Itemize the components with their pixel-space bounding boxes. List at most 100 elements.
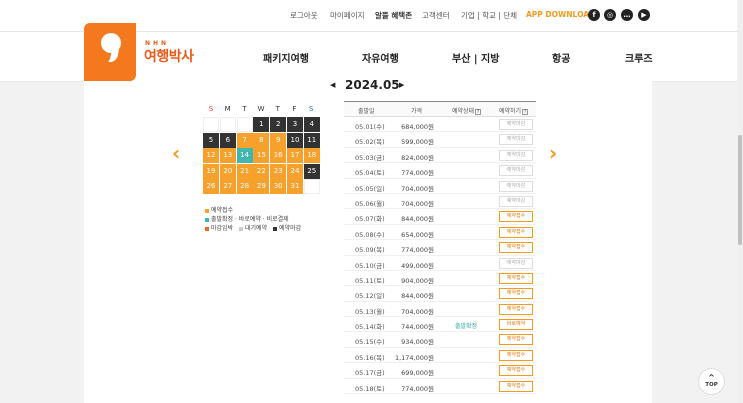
row-price: 704,000원 (401, 184, 434, 193)
reserve-button[interactable]: 예약마감 (499, 149, 533, 161)
help-icon[interactable]: ? (475, 109, 482, 115)
reserve-button[interactable]: 예약마감 (499, 180, 533, 192)
weekday-label: S (308, 105, 314, 113)
calendar-day[interactable]: 20 (219, 163, 236, 179)
table-row: 05.10(금) 499,000원 예약마감 (344, 256, 536, 271)
prev-month-icon[interactable]: ◀ (330, 81, 335, 89)
calendar-day[interactable]: 15 (253, 148, 270, 164)
calendar-day[interactable]: 17 (287, 148, 303, 164)
calendar-day[interactable]: 19 (203, 163, 219, 179)
calendar-day[interactable]: 30 (270, 179, 287, 195)
calendar-day[interactable]: 5 (203, 132, 219, 148)
calendar-day[interactable]: 6 (219, 132, 236, 148)
calendar-day[interactable]: 13 (219, 148, 236, 164)
reserve-button[interactable]: 예약마감 (499, 165, 533, 177)
calendar-day (219, 117, 236, 132)
table-row: 05.12(일) 844,000원 예약접수 (344, 286, 536, 302)
reserve-button[interactable]: 예약접수 (499, 242, 533, 254)
reserve-button[interactable]: 예약접수 (499, 334, 533, 346)
scrollbar-thumb[interactable] (738, 135, 742, 245)
calendar-day[interactable]: 27 (219, 179, 236, 195)
app-download-link[interactable]: APP DOWNLOAD (526, 10, 595, 19)
row-date: 05.18(토) (355, 384, 385, 393)
scroll-top-button[interactable]: ^ TOP (698, 368, 725, 395)
calendar-day[interactable]: 28 (236, 179, 253, 195)
row-date: 05.12(일) (355, 292, 385, 301)
calendar-day[interactable]: 29 (253, 179, 270, 195)
menu-package[interactable]: 패키지여행 (263, 50, 309, 65)
table-row: 05.03(금) 824,000원 예약마감 (344, 148, 536, 164)
reserve-button[interactable]: 예약마감 (499, 134, 533, 146)
calendar-day[interactable]: 2 (270, 117, 287, 132)
row-date: 05.16(목) (355, 353, 385, 362)
table-row: 05.01(수) 684,000원 예약마감 (344, 117, 536, 133)
calendar-day[interactable]: 14 (236, 148, 253, 164)
calendar-day[interactable]: 10 (287, 132, 303, 148)
reserve-button[interactable]: 예약접수 (499, 211, 533, 223)
table-row: 05.08(수) 654,000원 예약접수 (344, 225, 536, 241)
help-icon[interactable]: ? (522, 109, 529, 115)
reserve-button[interactable]: 예약접수 (499, 365, 533, 377)
calendar-day[interactable]: 26 (203, 179, 219, 195)
row-date: 05.11(토) (355, 276, 385, 285)
row-price: 844,000원 (401, 215, 434, 224)
calendar-day[interactable]: 18 (303, 148, 320, 164)
calendar-day[interactable]: 3 (287, 117, 303, 132)
reserve-button[interactable]: 바로예약 (499, 319, 533, 331)
menu-busan[interactable]: 부산 | 지방 (452, 50, 499, 65)
menu-air[interactable]: 항공 (552, 50, 570, 65)
logo-text[interactable]: 여행박사 (144, 46, 194, 66)
calendar-day[interactable]: 16 (270, 148, 287, 164)
calendar-day[interactable]: 12 (203, 148, 219, 164)
calendar-weekdays: SMTWTFS (203, 101, 323, 117)
calendar-day[interactable]: 21 (236, 163, 253, 179)
reserve-button[interactable]: 예약마감 (499, 257, 533, 269)
menu-cruise[interactable]: 크루즈 (625, 50, 653, 65)
reserve-button[interactable]: 예약접수 (499, 303, 533, 315)
row-price: 1,174,000원 (394, 353, 434, 362)
youtube-icon[interactable]: ▶ (638, 9, 650, 21)
row-price: 904,000원 (401, 276, 434, 285)
prev-arrow-icon[interactable]: ‹ (172, 141, 180, 165)
table-row: 05.14(화) 744,000원 출발확정 바로예약 (344, 317, 536, 333)
legend-line-3: 마감임박 대기예약 예약마감 (205, 223, 301, 232)
calendar-day[interactable]: 7 (236, 132, 253, 148)
reserve-button[interactable]: 예약접수 (499, 226, 533, 238)
reserve-button[interactable]: 예약접수 (499, 380, 533, 392)
facebook-icon[interactable]: f (588, 9, 600, 21)
talk-icon[interactable]: … (621, 9, 633, 21)
calendar-day[interactable]: 24 (287, 163, 303, 179)
next-arrow-icon[interactable]: › (549, 141, 557, 165)
mypage-link[interactable]: 마이페이지 (330, 10, 365, 21)
calendar-day[interactable]: 9 (270, 132, 287, 148)
table-header: 출발일 가격 예약상태? 예약하기? (344, 101, 536, 117)
calendar-day[interactable]: 31 (287, 179, 303, 195)
calendar-day[interactable]: 25 (303, 163, 320, 179)
calendar-day[interactable]: 23 (270, 163, 287, 179)
reserve-button[interactable]: 예약접수 (499, 272, 533, 284)
reserve-button[interactable]: 예약마감 (499, 195, 533, 207)
scrollbar[interactable] (737, 0, 743, 403)
reserve-button[interactable]: 예약마감 (499, 119, 533, 130)
instagram-icon[interactable]: ◎ (604, 9, 616, 21)
header-action: 예약하기? (499, 108, 529, 115)
reserve-button[interactable]: 예약접수 (499, 288, 533, 300)
business-link[interactable]: 기업 | 학교 | 단체 (461, 10, 517, 21)
next-month-icon[interactable]: ▶ (399, 81, 404, 89)
table-row: 05.02(목) 599,000원 예약마감 (344, 132, 536, 148)
table-row: 05.18(토) 774,000원 예약접수 (344, 379, 536, 395)
header-status: 예약상태? (452, 108, 482, 115)
reserve-button[interactable]: 예약접수 (499, 349, 533, 361)
benefits-link[interactable]: 알뜰 혜택존 (375, 10, 412, 21)
weekday-label: T (242, 105, 247, 113)
table-row: 05.17(금) 699,000원 예약접수 (344, 363, 536, 379)
customer-center-link[interactable]: 고객센터 (422, 10, 450, 21)
calendar-day[interactable]: 4 (303, 117, 320, 132)
calendar-day[interactable]: 11 (303, 132, 320, 148)
menu-free[interactable]: 자유여행 (362, 50, 399, 65)
calendar-day[interactable]: 8 (253, 132, 270, 148)
calendar-day[interactable]: 22 (253, 163, 270, 179)
calendar-day[interactable]: 1 (253, 117, 270, 132)
logout-link[interactable]: 로그아웃 (290, 10, 318, 21)
logo-mark[interactable] (84, 23, 136, 81)
